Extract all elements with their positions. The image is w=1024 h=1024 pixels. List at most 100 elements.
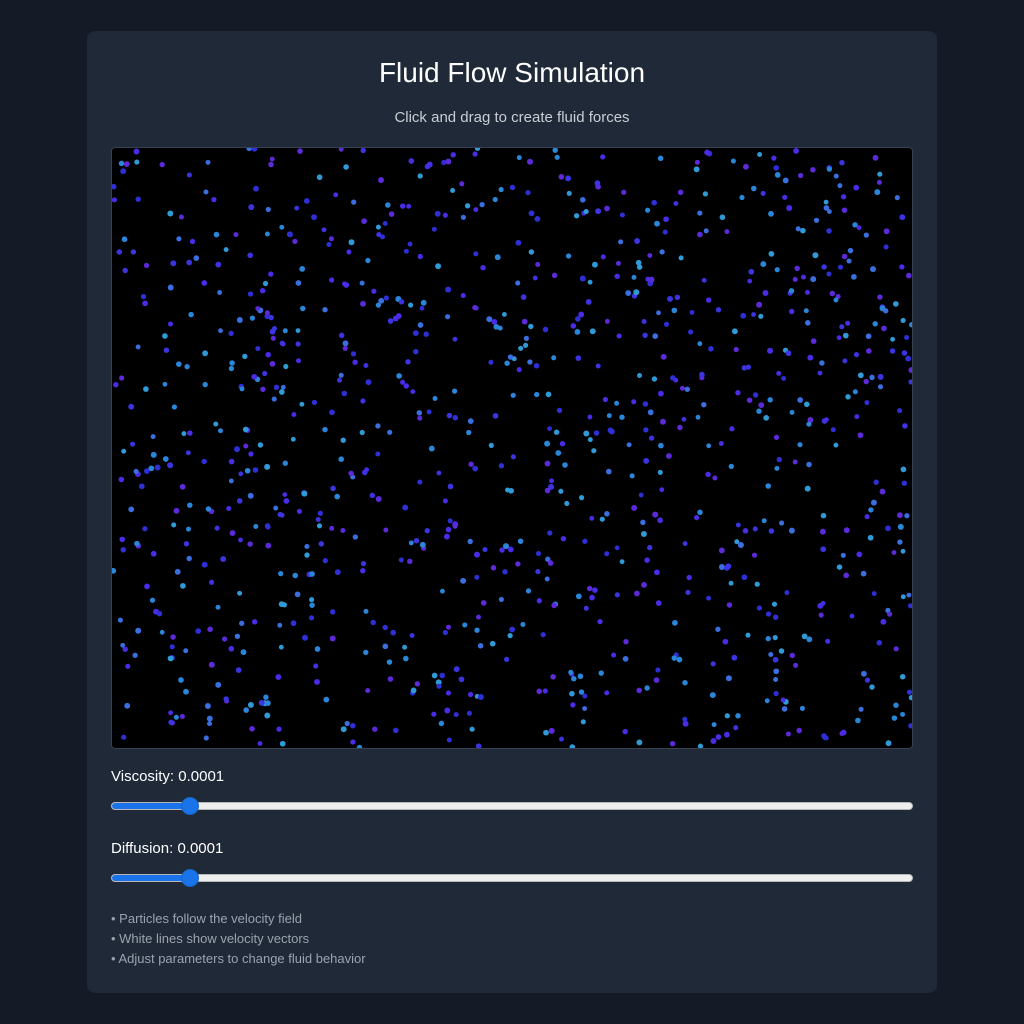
particle [474, 551, 480, 558]
particle [234, 633, 241, 640]
particle [228, 458, 235, 465]
particle [279, 224, 285, 230]
particle [350, 351, 357, 357]
particle [782, 194, 788, 200]
particle [365, 687, 371, 694]
particle [309, 597, 315, 603]
particle [746, 397, 753, 403]
particle [201, 280, 208, 286]
particle [525, 189, 531, 196]
particle [426, 161, 433, 168]
particle [653, 677, 660, 683]
particle [826, 271, 832, 277]
particle [889, 348, 896, 354]
particle [705, 297, 712, 303]
particle [121, 236, 128, 243]
particle [498, 596, 504, 602]
particle [398, 557, 404, 563]
particle [643, 427, 649, 433]
particle [329, 277, 335, 283]
simulation-canvas[interactable] [111, 147, 913, 749]
particle [303, 198, 310, 204]
particle [773, 165, 780, 171]
diffusion-slider[interactable] [111, 870, 913, 886]
particle [598, 670, 604, 676]
viscosity-slider[interactable] [111, 798, 913, 814]
particle [907, 603, 912, 609]
viscosity-slider-thumb[interactable] [181, 798, 198, 814]
particle [697, 231, 703, 238]
particle [498, 186, 504, 193]
particle [774, 465, 780, 471]
particle [684, 386, 690, 392]
particle [439, 672, 445, 679]
particle [773, 434, 780, 441]
diffusion-label: Diffusion: 0.0001 [111, 840, 223, 858]
particle [446, 412, 453, 419]
particle [502, 569, 508, 575]
particle [806, 421, 812, 427]
particle [821, 733, 827, 739]
particle [869, 684, 875, 690]
particle [877, 384, 884, 390]
particle [854, 414, 860, 420]
particle [228, 365, 235, 372]
particle [893, 646, 899, 652]
particle [876, 179, 882, 185]
particle [112, 197, 117, 203]
particle [776, 370, 782, 376]
particle [820, 600, 826, 606]
particle [243, 707, 249, 713]
particle [542, 688, 548, 694]
particle [480, 265, 486, 271]
particle [474, 627, 480, 633]
particle [304, 552, 310, 558]
particle [559, 440, 566, 447]
particle [125, 663, 131, 669]
particle [236, 317, 243, 323]
particle [595, 363, 601, 369]
particle [634, 590, 640, 597]
instructions-list: • Particles follow the velocity field • … [111, 909, 366, 969]
particle [260, 386, 266, 392]
instruction-item: • Adjust parameters to change fluid beha… [111, 951, 366, 966]
particle [134, 540, 140, 547]
particle [891, 715, 898, 721]
particle [521, 318, 528, 325]
particle [565, 253, 572, 259]
particle [329, 635, 336, 642]
particle [419, 305, 425, 311]
particle [843, 572, 850, 579]
particle [575, 593, 582, 600]
particle [523, 335, 529, 341]
particle [670, 375, 676, 381]
particle [793, 148, 799, 154]
particle [626, 442, 632, 448]
particle [544, 440, 551, 447]
particle [178, 214, 184, 220]
particle [265, 206, 271, 212]
particle [723, 731, 730, 738]
particle [213, 231, 220, 238]
particle [641, 581, 647, 588]
particle [593, 430, 600, 436]
particle [419, 541, 426, 548]
particle [179, 483, 186, 490]
particle [229, 360, 235, 366]
particle [634, 238, 641, 244]
particle [641, 319, 647, 324]
particle [297, 148, 303, 154]
particle [728, 463, 734, 470]
particle [718, 564, 725, 570]
particle [342, 340, 349, 347]
diffusion-slider-thumb[interactable] [181, 870, 198, 886]
particle [278, 644, 284, 650]
particle [242, 353, 248, 360]
particle [833, 173, 839, 179]
particle [782, 177, 789, 184]
particle [417, 479, 423, 485]
particle [242, 426, 249, 433]
particle [270, 335, 276, 341]
particle [801, 274, 806, 280]
particle [533, 363, 540, 369]
